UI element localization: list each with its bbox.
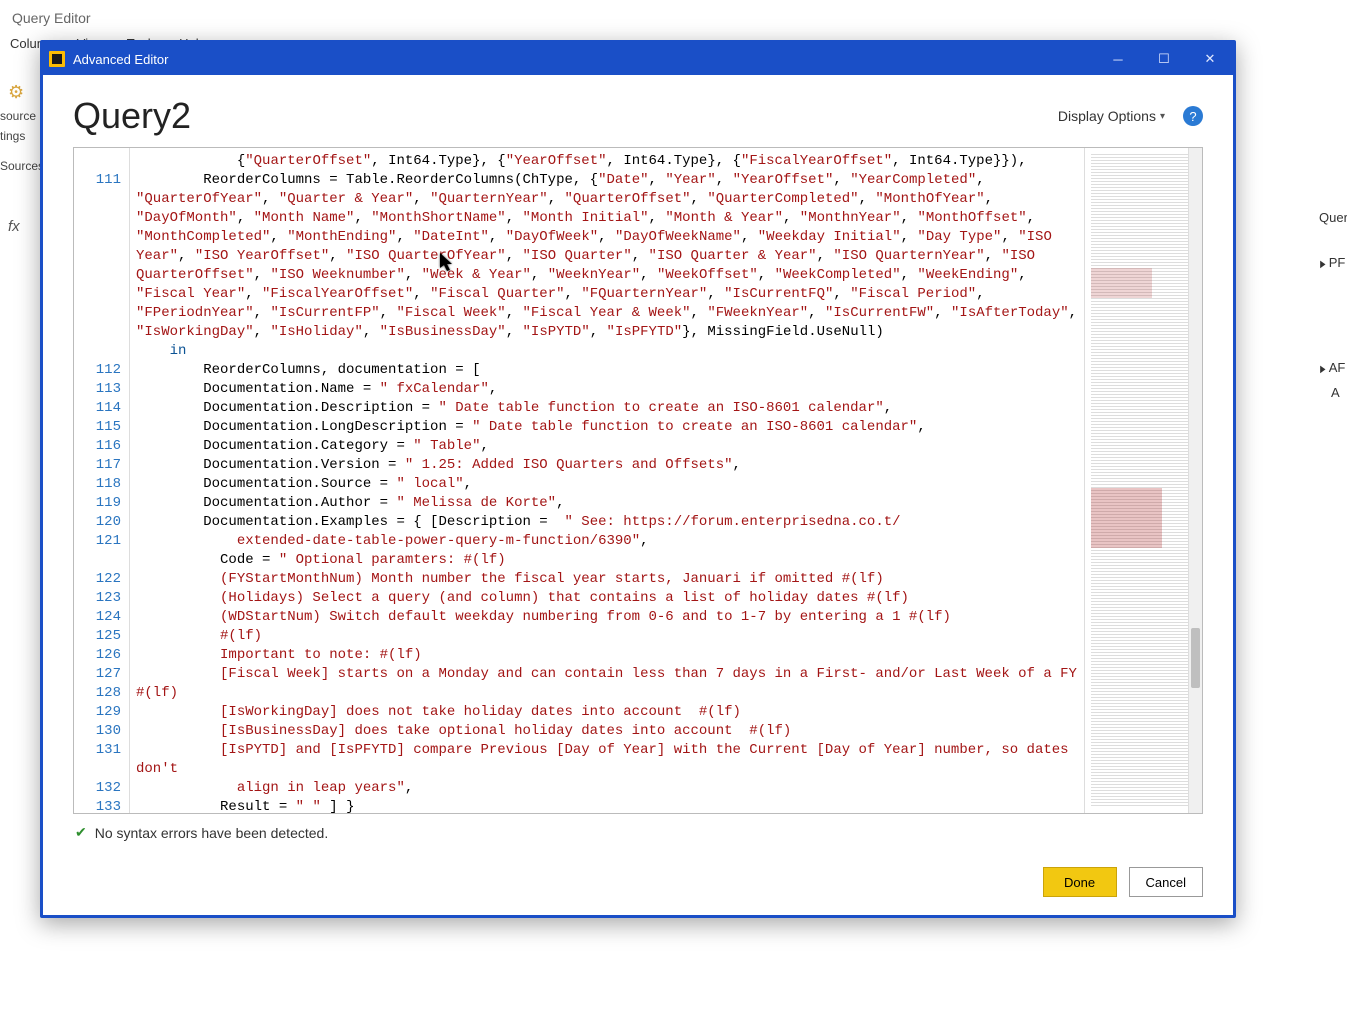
syntax-status-text: No syntax errors have been detected. [95, 825, 328, 841]
cancel-button[interactable]: Cancel [1129, 867, 1203, 897]
check-icon: ✔ [75, 824, 87, 841]
bg-left-text: tings [0, 126, 42, 146]
bg-right-text[interactable]: A [1319, 385, 1347, 400]
done-button[interactable]: Done [1043, 867, 1117, 897]
bg-left-text: Sources [0, 156, 42, 176]
code-editor[interactable]: .111.........112113114115116117118119120… [73, 147, 1203, 814]
dialog-body: Query2 Display Options ▾ ? .111.........… [43, 75, 1233, 915]
maximize-button[interactable]: ☐ [1141, 43, 1187, 75]
editor-scrollbar[interactable] [1188, 148, 1202, 813]
bg-right-text: Quer [1319, 210, 1347, 225]
formula-bar-fx-icon[interactable]: fx [8, 218, 20, 235]
window-controls: ─ ☐ ✕ [1095, 43, 1233, 75]
scrollbar-thumb[interactable] [1191, 628, 1200, 688]
dialog-title: Advanced Editor [73, 52, 168, 67]
line-number-gutter: .111.........112113114115116117118119120… [74, 148, 130, 813]
bg-right-text[interactable]: AF [1329, 360, 1346, 375]
bg-right-panel: Quer ▶PF ▶AF A [1319, 210, 1347, 400]
syntax-status: ✔ No syntax errors have been detected. [73, 814, 1203, 841]
bg-left-text: source [0, 106, 42, 126]
bg-left-panel: source tings Sources [0, 70, 42, 176]
display-options-dropdown[interactable]: Display Options ▾ [1058, 108, 1165, 124]
code-minimap[interactable] [1084, 148, 1202, 813]
chevron-down-icon: ▾ [1160, 111, 1165, 122]
app-icon [49, 51, 65, 67]
query-name-title: Query2 [73, 95, 191, 137]
dialog-titlebar[interactable]: Advanced Editor ─ ☐ ✕ [43, 43, 1233, 75]
display-options-label: Display Options [1058, 108, 1156, 124]
close-button[interactable]: ✕ [1187, 43, 1233, 75]
minimize-button[interactable]: ─ [1095, 43, 1141, 75]
bg-right-text[interactable]: PF [1329, 255, 1346, 270]
bg-window-title: Query Editor [12, 10, 91, 26]
help-button[interactable]: ? [1183, 106, 1203, 126]
code-content[interactable]: {"QuarterOffset", Int64.Type}, {"YearOff… [130, 148, 1084, 813]
advanced-editor-dialog: Advanced Editor ─ ☐ ✕ Query2 Display Opt… [40, 40, 1236, 918]
